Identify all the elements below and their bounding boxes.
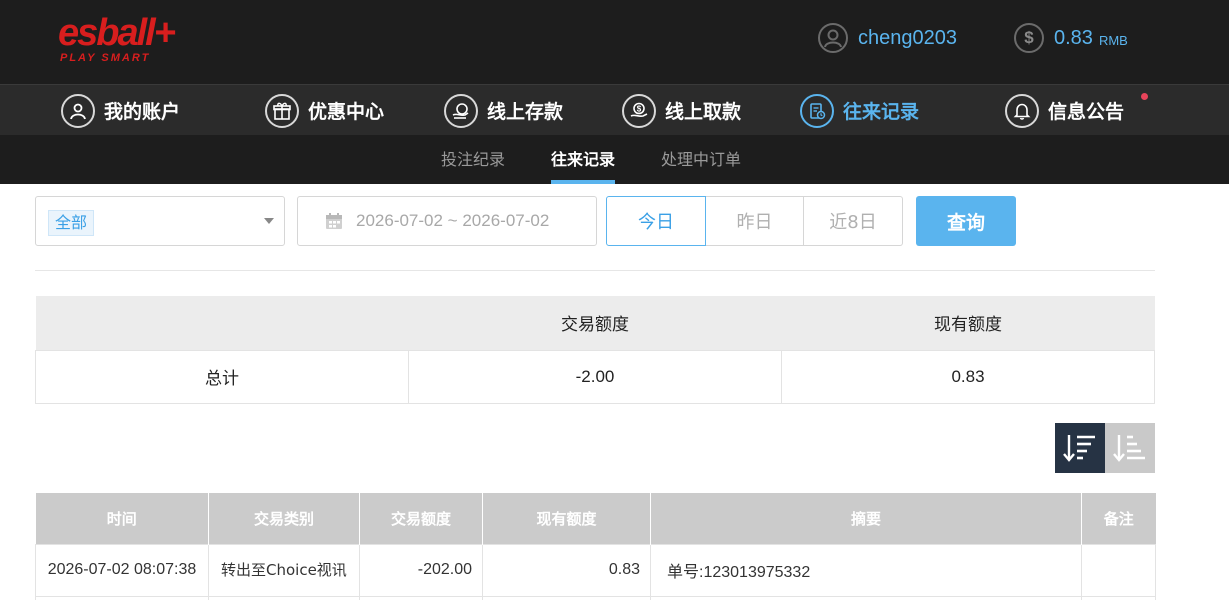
top-header: esball+ PLAY SMART cheng0203 $ 0.83 RMB bbox=[0, 0, 1229, 84]
cell-balance: 0.83 bbox=[482, 543, 651, 597]
main-nav: 我的账户 优惠中心 线上存款 $ 线上取款 往来记录 信息公告 bbox=[0, 84, 1229, 135]
user-account-link[interactable]: cheng0203 bbox=[818, 22, 957, 54]
nav-label: 往来记录 bbox=[843, 101, 920, 123]
sort-desc-icon bbox=[1063, 435, 1095, 462]
deposit-icon bbox=[444, 93, 478, 128]
nav-label: 线上取款 bbox=[665, 101, 742, 123]
calendar-icon bbox=[326, 213, 342, 229]
summary-table: 交易额度 现有额度 总计 -2.00 0.83 bbox=[35, 296, 1155, 404]
caret-down-icon bbox=[264, 218, 274, 224]
esball-logo[interactable]: esball+ PLAY SMART bbox=[58, 12, 198, 68]
col-header-time[interactable]: 时间 bbox=[35, 493, 209, 544]
svg-text:$: $ bbox=[637, 104, 642, 113]
nav-transaction-records[interactable]: 往来记录 bbox=[800, 85, 919, 136]
col-header-type[interactable]: 交易类别 bbox=[208, 493, 360, 544]
sort-ascending-button[interactable] bbox=[1105, 423, 1155, 473]
divider bbox=[35, 270, 1155, 271]
nav-label: 优惠中心 bbox=[308, 101, 385, 123]
bell-icon bbox=[1005, 93, 1039, 128]
cell-empty bbox=[208, 595, 360, 600]
cell-empty bbox=[650, 595, 1082, 600]
withdraw-icon: $ bbox=[622, 93, 656, 128]
dollar-icon: $ bbox=[1014, 23, 1044, 53]
summary-total-label: 总计 bbox=[35, 349, 409, 404]
cell-note bbox=[1081, 543, 1156, 597]
cell-empty bbox=[35, 595, 209, 600]
nav-online-withdraw[interactable]: $ 线上取款 bbox=[622, 85, 741, 136]
nav-label: 我的账户 bbox=[104, 101, 181, 123]
tab-transaction-records[interactable]: 往来记录 bbox=[551, 135, 616, 184]
notification-dot bbox=[1141, 93, 1148, 100]
cell-empty bbox=[482, 595, 651, 600]
gift-icon bbox=[265, 93, 299, 128]
summary-total-amount: -2.00 bbox=[408, 349, 782, 404]
balance-currency: RMB bbox=[1098, 32, 1128, 48]
cell-amount: -202.00 bbox=[359, 543, 483, 597]
table-row[interactable]: 2026-07-02 08:07:38 转出至Choice视讯 -202.00 … bbox=[35, 543, 1156, 597]
nav-my-account[interactable]: 我的账户 bbox=[61, 85, 180, 136]
cell-empty bbox=[359, 595, 483, 600]
nav-announcements[interactable]: 信息公告 bbox=[1005, 85, 1148, 136]
col-header-balance[interactable]: 现有额度 bbox=[482, 493, 651, 544]
range-yesterday-button[interactable]: 昨日 bbox=[706, 196, 804, 246]
range-today-button[interactable]: 今日 bbox=[606, 196, 706, 246]
nav-label: 线上存款 bbox=[487, 101, 564, 123]
user-icon bbox=[61, 93, 95, 128]
range-last8days-button[interactable]: 近8日 bbox=[804, 196, 903, 246]
cell-type: 转出至Choice视讯 bbox=[208, 543, 360, 597]
summary-total-row: 总计 -2.00 0.83 bbox=[35, 349, 1155, 404]
logo-wordmark: esball+ bbox=[58, 12, 176, 54]
summary-header-balance: 现有额度 bbox=[781, 296, 1155, 350]
records-icon bbox=[800, 93, 834, 128]
sort-asc-icon bbox=[1113, 435, 1145, 462]
date-range-value: 2026-07-02 ~ 2026-07-02 bbox=[356, 211, 550, 230]
tab-bet-records[interactable]: 投注纪录 bbox=[441, 135, 505, 184]
col-header-summary[interactable]: 摘要 bbox=[650, 493, 1082, 544]
nav-label: 信息公告 bbox=[1048, 101, 1125, 123]
cell-summary: 单号:123013975332 bbox=[650, 543, 1082, 597]
summary-total-balance: 0.83 bbox=[781, 349, 1155, 404]
query-button[interactable]: 查询 bbox=[916, 196, 1016, 246]
logo-tagline: PLAY SMART bbox=[60, 52, 151, 64]
summary-header-empty bbox=[35, 296, 409, 350]
summary-header-row: 交易额度 现有额度 bbox=[35, 296, 1155, 350]
nav-promotions[interactable]: 优惠中心 bbox=[265, 85, 384, 136]
nav-online-deposit[interactable]: 线上存款 bbox=[444, 85, 563, 136]
cell-empty bbox=[1081, 595, 1156, 600]
sub-nav: 投注纪录 往来记录 处理中订单 bbox=[0, 135, 1229, 184]
selected-type-tag: 全部 bbox=[48, 210, 95, 236]
table-row bbox=[35, 595, 1156, 600]
transaction-type-select[interactable]: 全部 bbox=[35, 196, 285, 246]
summary-header-amount: 交易额度 bbox=[408, 296, 782, 350]
col-header-amount[interactable]: 交易额度 bbox=[359, 493, 483, 544]
sort-descending-button[interactable] bbox=[1055, 423, 1105, 473]
col-header-note[interactable]: 备注 bbox=[1081, 493, 1156, 544]
balance-value: 0.83 bbox=[1054, 26, 1093, 49]
balance-display: $ 0.83 RMB bbox=[1014, 22, 1128, 54]
tab-pending-orders[interactable]: 处理中订单 bbox=[661, 135, 741, 184]
records-table: 时间 交易类别 交易额度 现有额度 摘要 备注 2026-07-02 08:07… bbox=[35, 493, 1156, 600]
username[interactable]: cheng0203 bbox=[858, 27, 957, 50]
date-range-picker[interactable]: 2026-07-02 ~ 2026-07-02 bbox=[297, 196, 597, 246]
user-avatar-icon bbox=[818, 23, 848, 53]
records-header-row: 时间 交易类别 交易额度 现有额度 摘要 备注 bbox=[35, 493, 1156, 544]
cell-time: 2026-07-02 08:07:38 bbox=[35, 543, 209, 597]
